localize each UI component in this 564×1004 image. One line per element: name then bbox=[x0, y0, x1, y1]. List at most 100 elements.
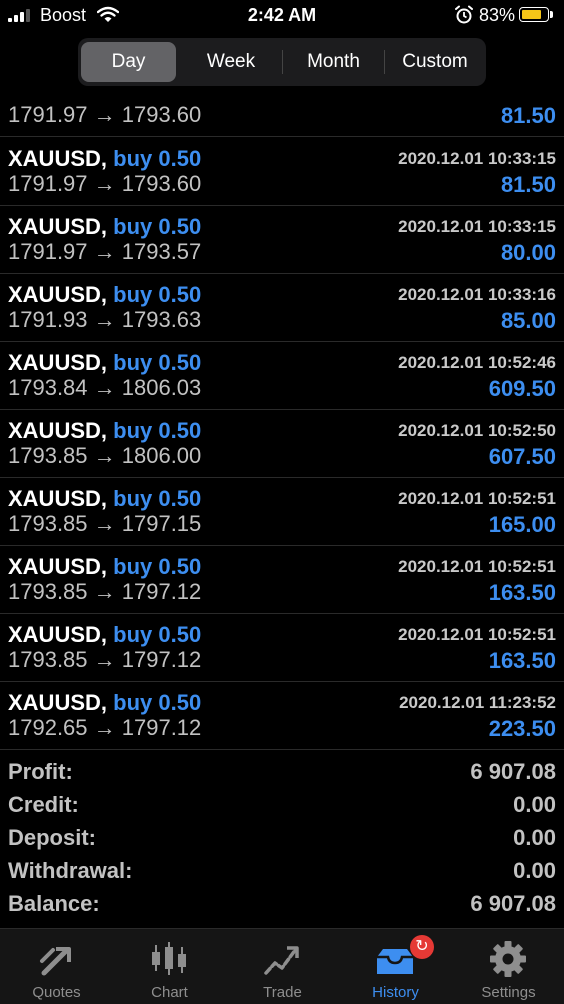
deal-time: 2020.12.01 10:33:16 bbox=[398, 285, 556, 304]
summary-label: Credit: bbox=[8, 792, 79, 817]
deal-row[interactable]: XAUUSD, buy 0.50 2020.12.01 10:33:15 1791.… bbox=[0, 138, 564, 206]
deal-time: 2020.12.01 10:52:51 bbox=[398, 557, 556, 576]
deal-side-volume: buy 0.50 bbox=[113, 146, 202, 171]
deal-row[interactable]: XAUUSD, buy 0.50 2020.12.01 10:52:51 1793.… bbox=[0, 478, 564, 546]
deal-row[interactable]: XAUUSD, buy 0.50 2020.12.01 11:23:52 1792.… bbox=[0, 682, 564, 750]
deal-symbol-line: XAUUSD, buy 0.50 bbox=[8, 554, 201, 580]
deal-time: 2020.12.01 10:33:15 bbox=[398, 149, 556, 168]
deal-side-volume: buy 0.50 bbox=[113, 350, 202, 375]
battery-icon bbox=[519, 7, 549, 22]
tab-settings[interactable]: Settings bbox=[452, 929, 564, 1004]
deal-symbol: XAUUSD, bbox=[8, 418, 108, 443]
deal-prices: 1793.84 → 1806.03 bbox=[8, 375, 202, 400]
deal-time: 2020.12.01 11:23:52 bbox=[399, 693, 556, 712]
deal-prices: 1792.65 → 1797.12 bbox=[8, 715, 202, 740]
tab-quotes[interactable]: Quotes bbox=[0, 929, 113, 1004]
deal-side-volume: buy 0.50 bbox=[113, 554, 202, 579]
battery-percent: 83% bbox=[479, 5, 516, 25]
deal-time: 2020.12.01 10:52:51 bbox=[398, 489, 556, 508]
quotes-icon bbox=[40, 947, 71, 976]
deal-side-volume: buy 0.50 bbox=[113, 418, 202, 443]
deal-time: 2020.12.01 10:52:51 bbox=[398, 625, 556, 644]
deal-profit: 165.00 bbox=[488, 512, 556, 537]
deal-symbol-line: XAUUSD, buy 0.50 bbox=[8, 350, 201, 376]
summary-label: Withdrawal: bbox=[8, 858, 133, 883]
deal-side-volume: buy 0.50 bbox=[113, 282, 202, 307]
summary-value: 6 907.08 bbox=[470, 891, 556, 916]
period-selector-bar: Day Week Month Custom bbox=[0, 32, 564, 94]
deal-row[interactable]: XAUUSD, buy 0.50 2020.12.01 10:33:15 1791.… bbox=[0, 206, 564, 274]
summary-row: Credit: 0.00 bbox=[0, 792, 564, 825]
segment-month[interactable]: Month bbox=[283, 42, 384, 82]
status-bar: Boost 2:42 AM 83% bbox=[0, 0, 564, 34]
deal-symbol-line: XAUUSD, buy 0.50 bbox=[8, 622, 201, 648]
chart-icon bbox=[152, 942, 186, 975]
deal-symbol: XAUUSD, bbox=[8, 350, 108, 375]
deal-symbol: XAUUSD, bbox=[8, 146, 108, 171]
tab-label: Trade bbox=[263, 984, 302, 1001]
deal-row[interactable]: XAUUSD, buy 0.50 2020.12.01 10:52:46 1793.… bbox=[0, 342, 564, 410]
deal-profit: 163.50 bbox=[488, 580, 556, 605]
deal-symbol: XAUUSD, bbox=[8, 486, 108, 511]
deal-side-volume: buy 0.50 bbox=[113, 214, 202, 239]
deal-profit: 80.00 bbox=[500, 240, 556, 265]
trade-icon bbox=[264, 946, 299, 975]
deal-side-volume: buy 0.50 bbox=[113, 486, 202, 511]
deal-prices: 1791.97 → 1793.60 bbox=[8, 102, 202, 127]
summary-value: 0.00 bbox=[513, 825, 556, 850]
battery-cap bbox=[550, 11, 553, 18]
refresh-badge-icon: ↻ bbox=[410, 935, 434, 959]
alarm-icon bbox=[455, 5, 473, 24]
tab-label: Chart bbox=[151, 984, 188, 1001]
period-segmented-control: Day Week Month Custom bbox=[78, 38, 486, 86]
tab-trade[interactable]: Trade bbox=[226, 929, 339, 1004]
deal-symbol: XAUUSD, bbox=[8, 214, 108, 239]
deal-symbol-line: XAUUSD, buy 0.50 bbox=[8, 418, 201, 444]
deal-symbol: XAUUSD, bbox=[8, 690, 108, 715]
deal-symbol: XAUUSD, bbox=[8, 554, 108, 579]
tab-label: History bbox=[372, 984, 419, 1001]
deal-row[interactable]: XAUUSD, buy 0.50 2020.12.01 10:52:51 1793.… bbox=[0, 614, 564, 682]
summary-value: 0.00 bbox=[513, 792, 556, 817]
deal-row[interactable]: XAUUSD, buy 0.50 2020.12.01 10:52:51 1793.… bbox=[0, 546, 564, 614]
deal-prices: 1793.85 → 1797.15 bbox=[8, 511, 202, 536]
deal-row[interactable]: XAUUSD, buy 0.50 2020.12.01 10:52:50 1793.… bbox=[0, 410, 564, 478]
tab-label: Settings bbox=[481, 984, 536, 1001]
tab-bar: Quotes Chart Trade ↻ History Settings bbox=[0, 928, 564, 1004]
deal-symbol-line: XAUUSD, buy 0.50 bbox=[8, 146, 201, 172]
segment-day[interactable]: Day bbox=[81, 42, 176, 82]
deal-profit: 81.50 bbox=[500, 172, 556, 197]
deal-row[interactable]: XAUUSD, buy 0.50 2020.12.01 10:33:16 1791.… bbox=[0, 274, 564, 342]
summary-row: Profit: 6 907.08 bbox=[0, 759, 564, 792]
summary-value: 6 907.08 bbox=[470, 759, 556, 784]
deal-prices: 1793.85 → 1797.12 bbox=[8, 579, 202, 604]
deal-profit: 607.50 bbox=[488, 444, 556, 469]
deal-symbol: XAUUSD, bbox=[8, 622, 108, 647]
deal-profit: 609.50 bbox=[488, 376, 556, 401]
deal-time: 2020.12.01 10:52:46 bbox=[398, 353, 556, 372]
summary-row: Withdrawal: 0.00 bbox=[0, 858, 564, 891]
tab-history[interactable]: ↻ History bbox=[339, 929, 452, 1004]
history-list[interactable]: 1791.97 → 1793.60 81.50 XAUUSD, buy 0.50… bbox=[0, 88, 564, 928]
deal-symbol-line: XAUUSD, buy 0.50 bbox=[8, 282, 201, 308]
deal-side-volume: buy 0.50 bbox=[113, 690, 202, 715]
deal-prices: 1791.97 → 1793.57 bbox=[8, 239, 202, 264]
deal-row-partial[interactable]: 1791.97 → 1793.60 81.50 bbox=[0, 88, 564, 137]
deal-symbol-line: XAUUSD, buy 0.50 bbox=[8, 690, 201, 716]
history-icon bbox=[377, 949, 413, 974]
deal-symbol: XAUUSD, bbox=[8, 282, 108, 307]
deal-profit: 85.00 bbox=[500, 308, 556, 333]
deal-prices: 1791.93 → 1793.63 bbox=[8, 307, 202, 332]
summary-row: Deposit: 0.00 bbox=[0, 825, 564, 858]
tab-chart[interactable]: Chart bbox=[113, 929, 226, 1004]
deal-profit: 223.50 bbox=[488, 716, 556, 741]
summary-label: Balance: bbox=[8, 891, 100, 916]
deal-profit: 81.50 bbox=[500, 103, 556, 128]
summary-row: Balance: 6 907.08 bbox=[0, 891, 564, 924]
settings-icon bbox=[490, 941, 526, 977]
segment-week[interactable]: Week bbox=[180, 42, 282, 82]
summary-label: Profit: bbox=[8, 759, 73, 784]
deal-prices: 1793.85 → 1806.00 bbox=[8, 443, 202, 468]
segment-custom[interactable]: Custom bbox=[385, 42, 485, 82]
deal-symbol-line: XAUUSD, buy 0.50 bbox=[8, 486, 201, 512]
